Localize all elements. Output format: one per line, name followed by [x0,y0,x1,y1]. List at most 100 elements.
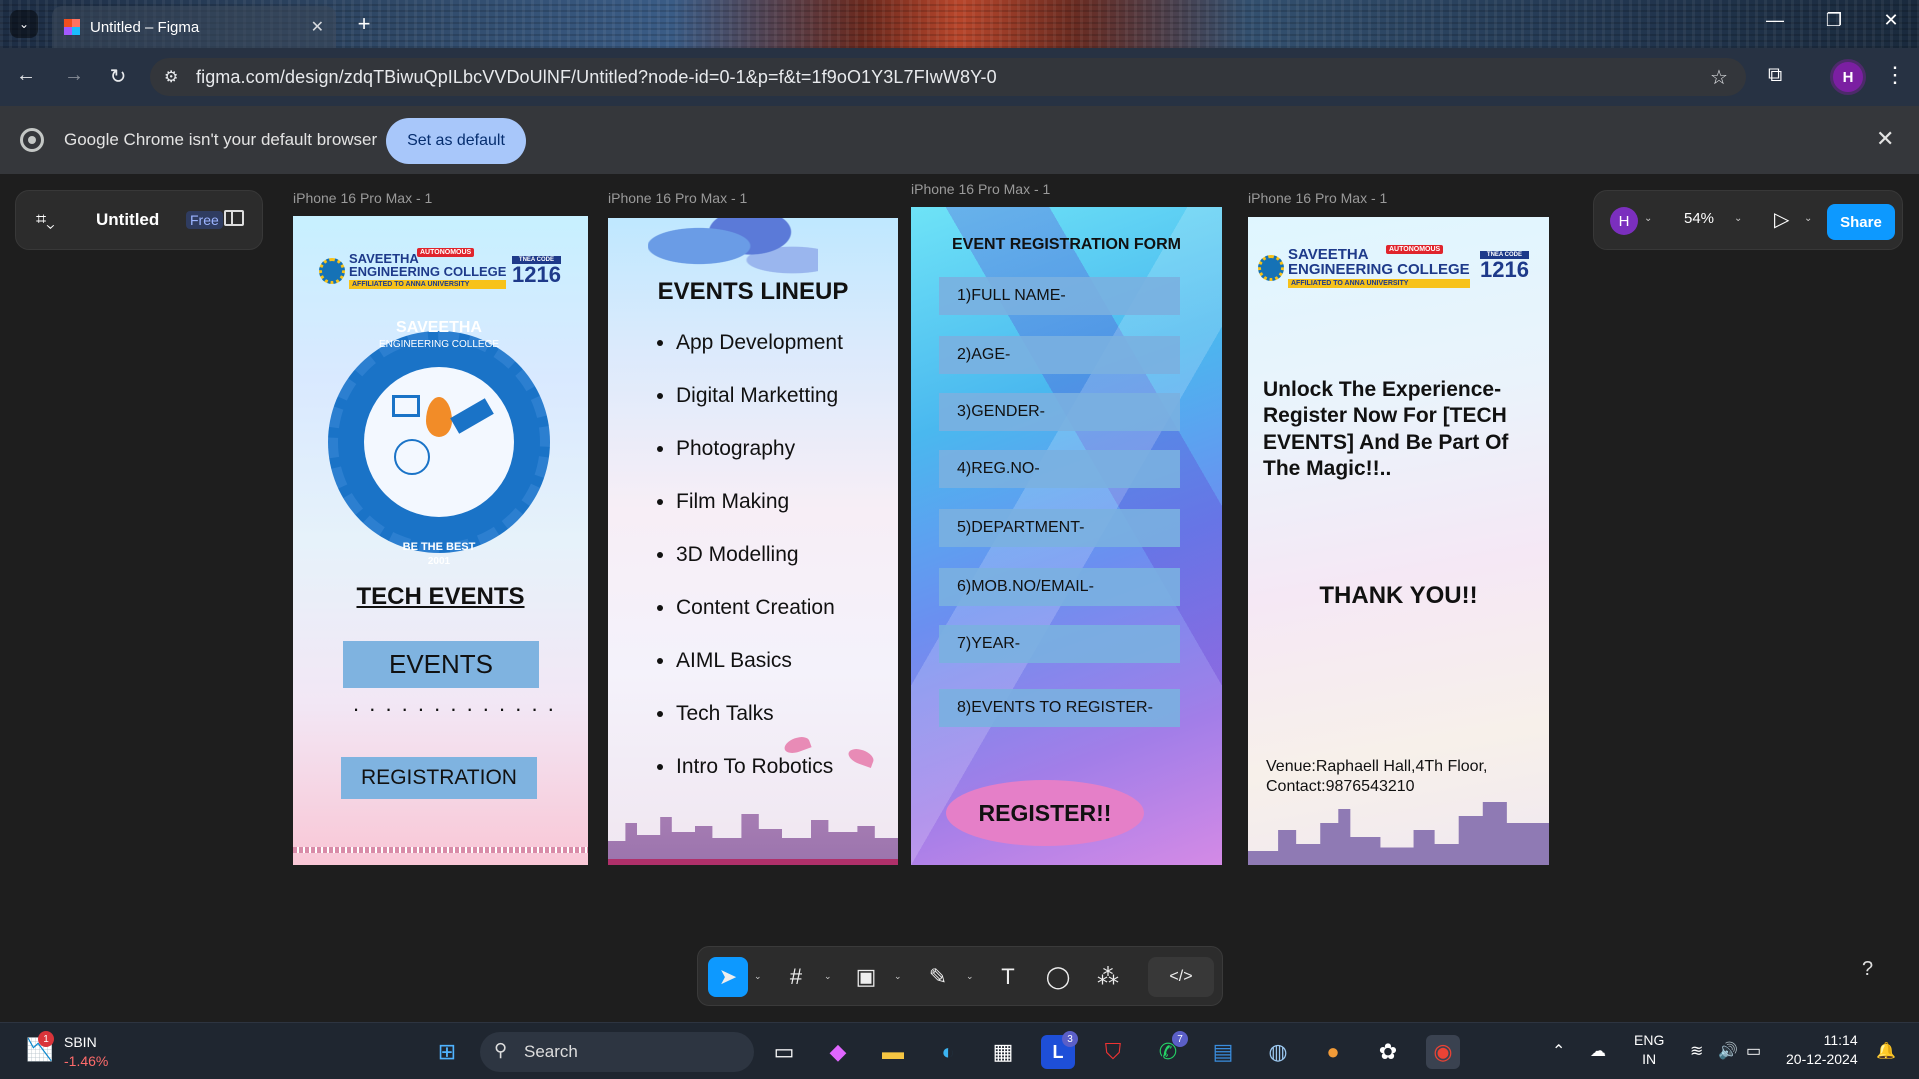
frame-chevron-icon[interactable]: ⌄ [824,971,832,982]
move-chevron-icon[interactable]: ⌄ [754,971,762,982]
reg-no-field[interactable]: 4)REG.NO- [939,450,1180,488]
text-tool-icon[interactable]: T [990,957,1026,997]
language-indicator[interactable]: ENG IN [1634,1031,1664,1069]
address-bar[interactable]: ⚙ figma.com/design/zdqTBiwuQpILbcVVDoUlN… [150,58,1746,96]
new-tab-button[interactable]: + [350,10,378,38]
full-name-field[interactable]: 1)FULL NAME- [939,277,1180,315]
monitor-icon [392,395,420,417]
browser-tab[interactable]: Untitled – Figma ✕ [52,6,336,48]
move-tool-icon[interactable]: ➤ [708,957,748,997]
tab-close-icon[interactable]: ✕ [311,17,324,37]
flame-drop-icon [426,397,452,437]
tab-search-button[interactable]: ⌄ [10,10,38,38]
venue-contact: Venue:Raphaell Hall,4Th Floor, Contact:9… [1266,757,1487,797]
registration-button[interactable]: REGISTRATION [341,757,537,799]
app-window-icon[interactable]: ▤ [1206,1035,1240,1069]
toggle-sidebar-icon[interactable] [224,210,244,226]
present-icon[interactable]: ▷ [1774,207,1789,232]
infobar-message: Google Chrome isn't your default browser [64,130,378,149]
resources-tool-icon[interactable]: ⁂ [1090,957,1126,997]
microsoft-store-icon[interactable]: ▦ [986,1035,1020,1069]
back-icon[interactable]: ← [12,64,40,87]
gender-field[interactable]: 3)GENDER- [939,393,1180,431]
clock[interactable]: 11:14 20-12-2024 [1786,1031,1858,1069]
battery-icon[interactable]: ▭ [1746,1041,1761,1061]
extensions-icon[interactable]: ⧉ [1768,64,1782,87]
forward-icon[interactable]: → [60,64,88,87]
events-button[interactable]: EVENTS [343,641,539,688]
share-button[interactable]: Share [1827,204,1895,240]
onedrive-cloud-icon[interactable]: ☁ [1590,1041,1606,1061]
events-to-register-field[interactable]: 8)EVENTS TO REGISTER- [939,689,1180,727]
bookmark-star-icon[interactable]: ☆ [1710,65,1728,90]
call-to-action-text: Unlock The Experience- Register Now For … [1263,378,1509,480]
pen-chevron-icon[interactable]: ⌄ [966,971,974,982]
set-as-default-button[interactable]: Set as default [386,118,526,164]
windows-taskbar: 📉 1 SBIN -1.46% ⊞ ⚲ Search ▭ ◆ ▬ ◐ ▦ L 3… [0,1022,1919,1079]
present-chevron-icon[interactable]: ⌄ [1804,213,1812,224]
mob-email-field[interactable]: 6)MOB.NO/EMAIL- [939,568,1180,606]
whatsapp-badge: 7 [1172,1031,1188,1047]
frame-thank-you[interactable]: SAVEETHA ENGINEERING COLLEGE AFFILIATED … [1248,217,1549,865]
avatar-chevron-icon[interactable]: ⌄ [1644,213,1652,224]
frame-label[interactable]: iPhone 16 Pro Max - 1 [608,190,747,206]
start-windows-icon[interactable]: ⊞ [430,1035,464,1069]
stock-badge: 1 [38,1031,54,1047]
pen-tool-icon[interactable]: ✎ [920,957,956,997]
chatgpt-icon[interactable]: ✿ [1371,1035,1405,1069]
age-field[interactable]: 2)AGE- [939,336,1180,374]
mcafee-icon[interactable]: ⛉ [1096,1035,1130,1069]
profile-avatar[interactable]: H [1830,59,1866,95]
notification-bell-icon[interactable]: 🔔 [1876,1041,1896,1061]
vpn-globe-icon[interactable]: ◍ [1261,1035,1295,1069]
tnea-code: TNEA CODE 1216 [1480,251,1529,281]
chrome-menu-icon[interactable]: ⋮ [1884,62,1906,88]
figma-favicon-icon [64,19,80,35]
wifi-icon[interactable]: ≋ [1690,1041,1703,1061]
edge-icon[interactable]: ◐ [931,1035,965,1069]
infobar-close-icon[interactable]: ✕ [1876,126,1894,152]
year-field[interactable]: 7)YEAR- [939,625,1180,663]
file-name[interactable]: Untitled [96,210,159,230]
site-info-icon[interactable]: ⚙ [164,67,178,87]
frame-tool-icon[interactable]: # [778,957,814,997]
autonomous-tag: AUTONOMOUS [417,248,475,257]
media-app-icon[interactable]: ● [1316,1035,1350,1069]
register-button[interactable]: REGISTER!! [946,780,1144,846]
image-tool-icon[interactable]: ▣ [848,957,884,997]
frame-label[interactable]: iPhone 16 Pro Max - 1 [1248,190,1387,206]
file-explorer-icon[interactable]: ▬ [876,1035,910,1069]
minimize-icon[interactable]: — [1761,10,1789,31]
default-browser-infobar: Google Chrome isn't your default browser… [0,106,1919,174]
frame-events-lineup[interactable]: EVENTS LINEUP App Development Digital Ma… [608,218,898,865]
decorative-border [293,847,588,853]
dotted-divider: . . . . . . . . . . . . . [353,691,556,716]
image-chevron-icon[interactable]: ⌄ [894,971,902,982]
dev-mode-toggle-icon[interactable]: </> [1148,957,1214,997]
comment-tool-icon[interactable]: ◯ [1040,957,1076,997]
chrome-taskbar-icon[interactable]: ◉ [1426,1035,1460,1069]
window-close-icon[interactable]: ✕ [1877,10,1905,31]
main-menu-icon[interactable]: ⌗⌄ [36,209,55,230]
figma-canvas[interactable]: ⌗⌄ Untitled Free H ⌄ 54% ⌄ ▷ ⌄ Share iPh… [0,174,1919,1022]
search-icon: ⚲ [494,1040,508,1060]
help-button[interactable]: ? [1862,958,1873,981]
frame-label[interactable]: iPhone 16 Pro Max - 1 [911,181,1050,197]
tray-chevron-icon[interactable]: ⌃ [1552,1041,1565,1061]
reload-icon[interactable]: ↻ [104,64,132,89]
copilot-icon[interactable]: ◆ [821,1035,855,1069]
frame-tech-events[interactable]: SAVEETHA ENGINEERING COLLEGE AFFILIATED … [293,216,588,865]
frame-label[interactable]: iPhone 16 Pro Max - 1 [293,190,432,206]
zoom-level[interactable]: 54% [1684,210,1714,227]
frame-registration-form[interactable]: EVENT REGISTRATION FORM 1)FULL NAME- 2)A… [911,207,1222,865]
task-view-icon[interactable]: ▭ [767,1035,801,1069]
user-avatar[interactable]: H [1610,207,1638,235]
volume-icon[interactable]: 🔊 [1718,1041,1738,1061]
department-field[interactable]: 5)DEPARTMENT- [939,509,1180,547]
list-item: Digital Marketting [676,384,843,437]
college-gear-icon [319,257,345,284]
taskbar-search[interactable]: ⚲ Search [480,1032,754,1072]
zoom-chevron-icon[interactable]: ⌄ [1734,213,1742,224]
restore-icon[interactable]: ❐ [1820,10,1848,31]
file-toolbar: ⌗⌄ Untitled Free [15,190,263,250]
